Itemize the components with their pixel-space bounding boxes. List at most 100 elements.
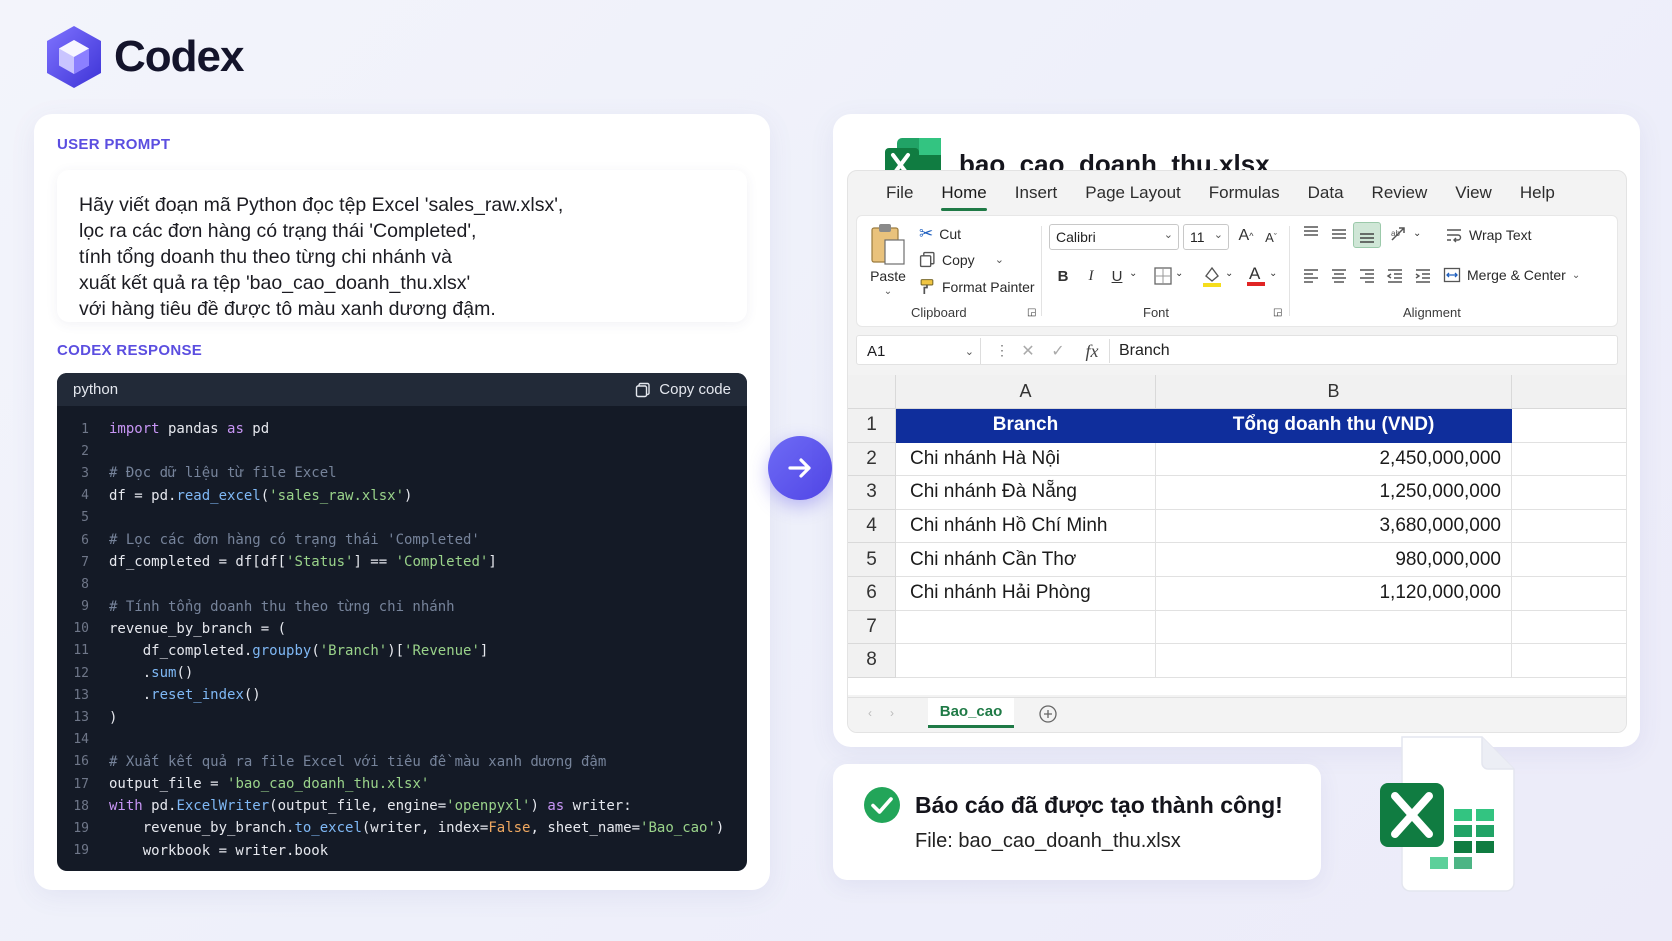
underline-button[interactable]: U bbox=[1107, 264, 1127, 288]
chevron-down-icon[interactable]: ⌄ bbox=[1175, 268, 1183, 279]
table-cell[interactable] bbox=[1156, 610, 1512, 645]
cut-button[interactable]: ✂ Cut bbox=[919, 224, 961, 244]
select-all-corner[interactable] bbox=[848, 375, 896, 409]
clipboard-launcher-icon[interactable]: ◲ bbox=[1027, 307, 1036, 318]
row-header-3[interactable]: 3 bbox=[848, 476, 896, 510]
chevron-down-icon[interactable]: ⌄ bbox=[1413, 228, 1421, 239]
insert-function-icon[interactable]: fx bbox=[1079, 339, 1105, 363]
align-center-icon[interactable] bbox=[1329, 266, 1349, 286]
italic-button[interactable]: I bbox=[1081, 264, 1101, 288]
row-header-7[interactable]: 7 bbox=[848, 610, 896, 645]
add-sheet-icon[interactable] bbox=[1038, 704, 1058, 724]
table-cell[interactable]: 3,680,000,000 bbox=[1156, 509, 1512, 544]
paste-button[interactable]: Paste ⌄ bbox=[869, 222, 907, 297]
table-cell[interactable] bbox=[1512, 543, 1626, 577]
table-cell[interactable] bbox=[896, 610, 1156, 645]
align-left-icon[interactable] bbox=[1301, 266, 1321, 286]
bold-button[interactable]: B bbox=[1053, 264, 1073, 288]
tab-home[interactable]: Home bbox=[927, 171, 1000, 215]
table-cell[interactable]: 1,250,000,000 bbox=[1156, 476, 1512, 510]
code-line: 1 import pandas as pd bbox=[57, 418, 747, 440]
align-middle-icon[interactable] bbox=[1329, 224, 1349, 244]
sheet-tab-bao-cao[interactable]: Bao_cao bbox=[928, 698, 1014, 728]
column-header-a[interactable]: A bbox=[896, 375, 1156, 409]
arrow-button[interactable] bbox=[768, 436, 832, 500]
row-header-6[interactable]: 6 bbox=[848, 577, 896, 611]
table-cell[interactable] bbox=[1512, 443, 1626, 477]
borders-icon[interactable] bbox=[1153, 266, 1173, 286]
increase-font-icon[interactable]: A ^ bbox=[1235, 224, 1257, 248]
orientation-icon[interactable]: ab bbox=[1389, 224, 1411, 244]
line-number: 7 bbox=[81, 554, 89, 570]
tab-file[interactable]: File bbox=[872, 171, 927, 215]
table-cell[interactable] bbox=[1512, 611, 1626, 645]
line-number: 4 bbox=[81, 488, 89, 504]
header-cell[interactable]: Branch bbox=[896, 409, 1156, 443]
decrease-indent-icon[interactable] bbox=[1385, 266, 1405, 286]
more-options-icon[interactable]: ⋮ bbox=[995, 342, 1009, 359]
tab-data[interactable]: Data bbox=[1294, 171, 1358, 215]
formula-bar: A1 ⌄ ⋮ ✕ ✓ fx Branch bbox=[856, 335, 1618, 365]
table-cell[interactable] bbox=[896, 644, 1156, 678]
cancel-icon[interactable]: ✕ bbox=[1017, 340, 1039, 362]
font-size-select[interactable]: 11 ⌄ bbox=[1183, 224, 1229, 250]
row-header-2[interactable]: 2 bbox=[848, 442, 896, 477]
chevron-down-icon[interactable]: ⌄ bbox=[1129, 268, 1137, 279]
table-cell[interactable]: 1,120,000,000 bbox=[1156, 577, 1512, 611]
decrease-font-icon[interactable]: Aˇ bbox=[1261, 226, 1281, 248]
table-cell[interactable]: Chi nhánh Hải Phòng bbox=[896, 577, 1156, 611]
scroll-right-icon[interactable]: › bbox=[890, 706, 894, 720]
table-cell[interactable]: Chi nhánh Hà Nội bbox=[896, 442, 1156, 477]
align-top-icon[interactable] bbox=[1301, 224, 1321, 244]
table-cell[interactable] bbox=[1512, 476, 1626, 510]
table-cell[interactable]: Chi nhánh Cần Thơ bbox=[896, 543, 1156, 577]
codex-logo-icon bbox=[47, 26, 101, 88]
fill-color-icon[interactable] bbox=[1201, 264, 1223, 288]
row-header-1[interactable]: 1 bbox=[848, 409, 896, 443]
row-header-4[interactable]: 4 bbox=[848, 509, 896, 544]
code-line: 7 df_completed = df[df['Status'] == 'Comp… bbox=[57, 551, 747, 573]
align-right-icon[interactable] bbox=[1357, 266, 1377, 286]
format-painter-button[interactable]: Format Painter bbox=[919, 278, 1035, 295]
font-name-select[interactable]: Calibri ⌄ bbox=[1049, 224, 1179, 250]
tab-review[interactable]: Review bbox=[1358, 171, 1442, 215]
merge-center-button[interactable]: Merge & Center ⌄ bbox=[1443, 266, 1580, 284]
column-header-b[interactable]: B bbox=[1156, 375, 1512, 409]
row-header-5[interactable]: 5 bbox=[848, 543, 896, 577]
tab-help[interactable]: Help bbox=[1506, 171, 1569, 215]
formula-input[interactable]: Branch bbox=[1119, 336, 1170, 366]
tab-formulas[interactable]: Formulas bbox=[1195, 171, 1294, 215]
copy-code-button[interactable]: Copy code bbox=[635, 381, 731, 398]
enter-icon[interactable]: ✓ bbox=[1047, 340, 1069, 362]
alignment-group-label: Alignment bbox=[1403, 305, 1461, 320]
wrap-text-button[interactable]: Wrap Text bbox=[1445, 226, 1532, 244]
tab-page-layout[interactable]: Page Layout bbox=[1071, 171, 1194, 215]
chevron-down-icon[interactable]: ⌄ bbox=[1269, 268, 1277, 279]
table-cell[interactable] bbox=[1512, 644, 1626, 678]
table-cell[interactable]: Chi nhánh Hồ Chí Minh bbox=[896, 509, 1156, 544]
header-cell[interactable]: Tổng doanh thu (VND) bbox=[1156, 409, 1512, 443]
code-line: 14 bbox=[57, 729, 747, 751]
align-bottom-button[interactable] bbox=[1353, 222, 1381, 248]
increase-indent-icon[interactable] bbox=[1413, 266, 1433, 286]
tab-view[interactable]: View bbox=[1441, 171, 1506, 215]
tab-insert[interactable]: Insert bbox=[1001, 171, 1072, 215]
table-cell[interactable]: 980,000,000 bbox=[1156, 543, 1512, 577]
line-number: 19 bbox=[73, 843, 89, 859]
merge-center-icon bbox=[1443, 267, 1461, 283]
table-cell[interactable] bbox=[1512, 577, 1626, 611]
chevron-down-icon[interactable]: ⌄ bbox=[1225, 268, 1233, 279]
copy-button[interactable]: Copy ⌄ bbox=[919, 251, 1004, 268]
table-cell[interactable]: 2,450,000,000 bbox=[1156, 442, 1512, 477]
codex-response-label: CODEX RESPONSE bbox=[57, 342, 203, 359]
scroll-left-icon[interactable]: ‹ bbox=[868, 706, 872, 720]
name-box[interactable]: A1 ⌄ bbox=[861, 338, 981, 364]
table-cell[interactable] bbox=[1512, 409, 1626, 443]
table-cell[interactable] bbox=[1156, 644, 1512, 678]
code-line: 18 with pd.ExcelWriter(output_file, engin… bbox=[57, 795, 747, 817]
font-launcher-icon[interactable]: ◲ bbox=[1273, 307, 1282, 318]
row-header-8[interactable]: 8 bbox=[848, 644, 896, 678]
table-cell[interactable]: Chi nhánh Đà Nẵng bbox=[896, 476, 1156, 510]
table-cell[interactable] bbox=[1512, 510, 1626, 544]
font-color-icon[interactable]: A bbox=[1245, 262, 1267, 288]
